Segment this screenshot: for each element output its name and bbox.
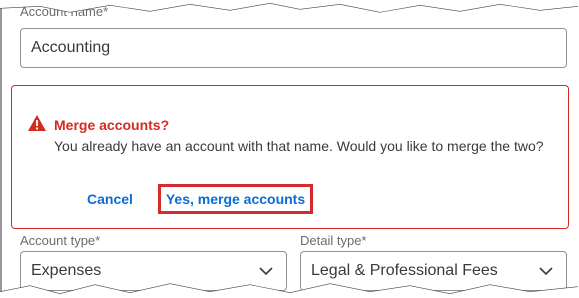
account-form-dialog: Account name* Accounting Merge accounts?…: [0, 0, 579, 298]
alert-title: Merge accounts?: [54, 117, 170, 133]
account-type-value: Expenses: [31, 262, 102, 279]
chevron-down-icon: [259, 267, 273, 276]
detail-type-value: Legal & Professional Fees: [311, 262, 498, 279]
warning-icon: [28, 115, 46, 131]
account-type-select[interactable]: Expenses: [20, 251, 287, 291]
merge-accounts-button[interactable]: Yes, merge accounts: [158, 184, 313, 214]
account-name-label: Account name*: [20, 4, 109, 19]
chevron-down-icon: [539, 267, 553, 276]
alert-message: You already have an account with that na…: [54, 138, 544, 154]
detail-type-label: Detail type*: [300, 233, 367, 248]
account-type-label: Account type*: [20, 233, 101, 248]
account-name-value: Accounting: [31, 39, 111, 56]
detail-type-select[interactable]: Legal & Professional Fees: [300, 251, 567, 291]
account-name-input[interactable]: Accounting: [20, 28, 567, 68]
cancel-button[interactable]: Cancel: [85, 187, 135, 211]
